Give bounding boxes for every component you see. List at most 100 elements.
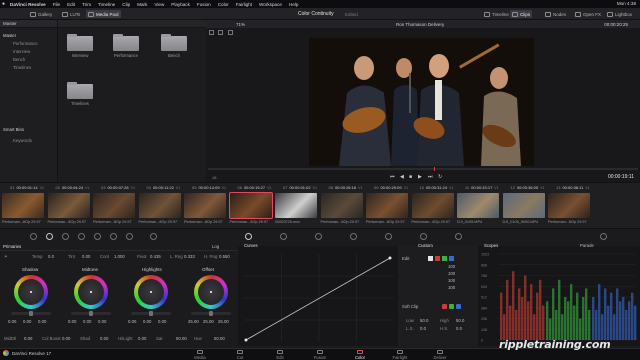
clip-thumbnail[interactable] bbox=[93, 193, 135, 218]
bin-item[interactable]: Interview bbox=[0, 47, 57, 55]
menu-timeline[interactable]: Timeline bbox=[98, 2, 115, 7]
motion-effects-icon[interactable] bbox=[78, 233, 85, 240]
play-reverse-icon[interactable]: ◀ bbox=[400, 174, 404, 180]
hs-value[interactable]: 0.0 bbox=[456, 326, 462, 331]
key-icon[interactable] bbox=[385, 233, 392, 240]
adjust-value[interactable]: 0.00 bbox=[138, 336, 146, 341]
hrange-value[interactable]: 0.550 bbox=[219, 254, 230, 259]
menu-playback[interactable]: Playback bbox=[171, 2, 190, 7]
page-tab-edit[interactable]: Edit bbox=[260, 349, 300, 360]
folder-item[interactable]: Performance bbox=[112, 34, 140, 58]
gallery-button[interactable]: Gallery bbox=[30, 10, 52, 18]
viewer-tool-icon[interactable] bbox=[227, 30, 233, 35]
timeline-button[interactable]: Timeline bbox=[484, 10, 509, 18]
keyframes-icon[interactable] bbox=[600, 233, 607, 240]
timeline-name[interactable]: Ron Thomason Delivery bbox=[396, 22, 444, 27]
wheel-value[interactable]: 25.00 bbox=[188, 319, 199, 324]
clip-thumbnail[interactable] bbox=[2, 193, 44, 218]
page-tab-cut[interactable]: Cut bbox=[220, 349, 260, 360]
wheel-center-icon[interactable] bbox=[30, 291, 32, 293]
master-wheel-slider[interactable] bbox=[71, 311, 111, 316]
rgb-mixer-icon[interactable] bbox=[62, 233, 69, 240]
page-tab-fusion[interactable]: Fusion bbox=[300, 349, 340, 360]
lightbox-button[interactable]: Lightbox bbox=[607, 10, 632, 18]
wheel-value[interactable]: 0.00 bbox=[98, 319, 106, 324]
menu-mark[interactable]: Mark bbox=[137, 2, 147, 7]
contrast-value[interactable]: 1.000 bbox=[114, 254, 125, 259]
channel-y-swatch[interactable] bbox=[428, 256, 433, 261]
page-tab-deliver[interactable]: Deliver bbox=[420, 349, 460, 360]
wheel-value[interactable]: 0.00 bbox=[83, 319, 91, 324]
openfx-button[interactable]: Open FX bbox=[575, 10, 601, 18]
clip-thumbnail[interactable] bbox=[502, 193, 545, 218]
color-wheel[interactable] bbox=[14, 275, 48, 309]
wheel-value[interactable]: 25.00 bbox=[218, 319, 229, 324]
luts-button[interactable]: LUTs bbox=[62, 10, 80, 18]
color-wheel[interactable] bbox=[74, 275, 108, 309]
adjust-value[interactable]: 50.00 bbox=[214, 336, 225, 341]
color-wheels-icon[interactable] bbox=[46, 233, 53, 240]
soft-clip-r[interactable] bbox=[442, 304, 447, 309]
clip-thumbnail[interactable] bbox=[47, 193, 90, 218]
skip-forward-icon[interactable]: ⏭ bbox=[428, 174, 433, 180]
menu-trim[interactable]: Trim bbox=[82, 2, 91, 7]
clip-thumbnail[interactable] bbox=[548, 193, 590, 218]
mini-timeline[interactable] bbox=[208, 168, 638, 170]
bin-item[interactable]: Timelines bbox=[0, 63, 57, 71]
clip-thumbnail[interactable] bbox=[411, 193, 454, 218]
menu-file[interactable]: File bbox=[53, 2, 60, 7]
clips-button[interactable]: Clips bbox=[510, 10, 533, 18]
play-icon[interactable]: ▶ bbox=[418, 174, 422, 180]
channel-r-value[interactable]: 100 bbox=[448, 271, 455, 276]
clip-thumbnail[interactable] bbox=[320, 193, 363, 218]
folder-item[interactable]: Timelines bbox=[66, 82, 94, 106]
temp-value[interactable]: 0.0 bbox=[48, 254, 54, 259]
adjust-value[interactable]: 0.00 bbox=[24, 336, 32, 341]
zoom-level[interactable]: 71% bbox=[236, 22, 245, 27]
channel-b-swatch[interactable] bbox=[449, 256, 454, 261]
blur-icon[interactable] bbox=[350, 233, 357, 240]
wheel-value[interactable]: 0.00 bbox=[68, 319, 76, 324]
color-warper-icon[interactable] bbox=[110, 233, 117, 240]
wheel-center-icon[interactable] bbox=[90, 291, 92, 293]
clip-thumbnail[interactable] bbox=[228, 192, 273, 219]
loop-icon[interactable]: ↻ bbox=[438, 174, 442, 180]
menu-workspace[interactable]: Workspace bbox=[259, 2, 282, 7]
viewer-tool-icon[interactable] bbox=[218, 30, 224, 35]
low-value[interactable]: 50.0 bbox=[420, 318, 428, 323]
skip-back-icon[interactable]: ⏮ bbox=[390, 174, 395, 180]
clip-thumbnail[interactable] bbox=[184, 193, 226, 218]
wheel-value[interactable]: 25.00 bbox=[203, 319, 214, 324]
master-wheel-slider[interactable] bbox=[11, 311, 51, 316]
wheel-value[interactable]: 0.00 bbox=[143, 319, 151, 324]
channel-y-value[interactable]: 100 bbox=[448, 264, 455, 269]
qualifier-icon[interactable] bbox=[315, 233, 322, 240]
channel-r-swatch[interactable] bbox=[435, 256, 440, 261]
menu-help[interactable]: Help bbox=[289, 2, 298, 7]
menu-view[interactable]: View bbox=[154, 2, 164, 7]
wheel-value[interactable]: 0.00 bbox=[158, 319, 166, 324]
stop-icon[interactable]: ■ bbox=[409, 174, 412, 180]
smart-bin-item[interactable]: Keywords bbox=[0, 136, 57, 144]
bin-master[interactable]: Master bbox=[0, 31, 57, 39]
apple-menu-icon[interactable]: ● bbox=[2, 1, 5, 7]
bin-item[interactable]: Performance bbox=[0, 39, 57, 47]
ls-value[interactable]: 0.0 bbox=[420, 326, 426, 331]
menu-edit[interactable]: Edit bbox=[67, 2, 75, 7]
wheel-value[interactable]: 0.00 bbox=[23, 319, 31, 324]
hdr-icon[interactable] bbox=[94, 233, 101, 240]
camera-raw-icon[interactable] bbox=[30, 233, 37, 240]
window-icon[interactable] bbox=[280, 233, 287, 240]
3d-icon[interactable] bbox=[455, 233, 462, 240]
clip-thumbnail[interactable] bbox=[366, 193, 408, 218]
viewer-tool-icon[interactable] bbox=[209, 30, 214, 35]
page-tab-fairlight[interactable]: Fairlight bbox=[380, 349, 420, 360]
primaries-mode[interactable]: Log bbox=[212, 244, 219, 249]
scopes-mode[interactable]: Parade bbox=[580, 243, 594, 248]
menu-color[interactable]: Color bbox=[218, 2, 229, 7]
nodes-button[interactable]: Nodes bbox=[545, 10, 566, 18]
bin-item[interactable]: Bench bbox=[0, 55, 57, 63]
channel-g-value[interactable]: 100 bbox=[448, 278, 455, 283]
wheel-value[interactable]: 0.00 bbox=[128, 319, 136, 324]
tracker-icon[interactable] bbox=[126, 233, 133, 240]
